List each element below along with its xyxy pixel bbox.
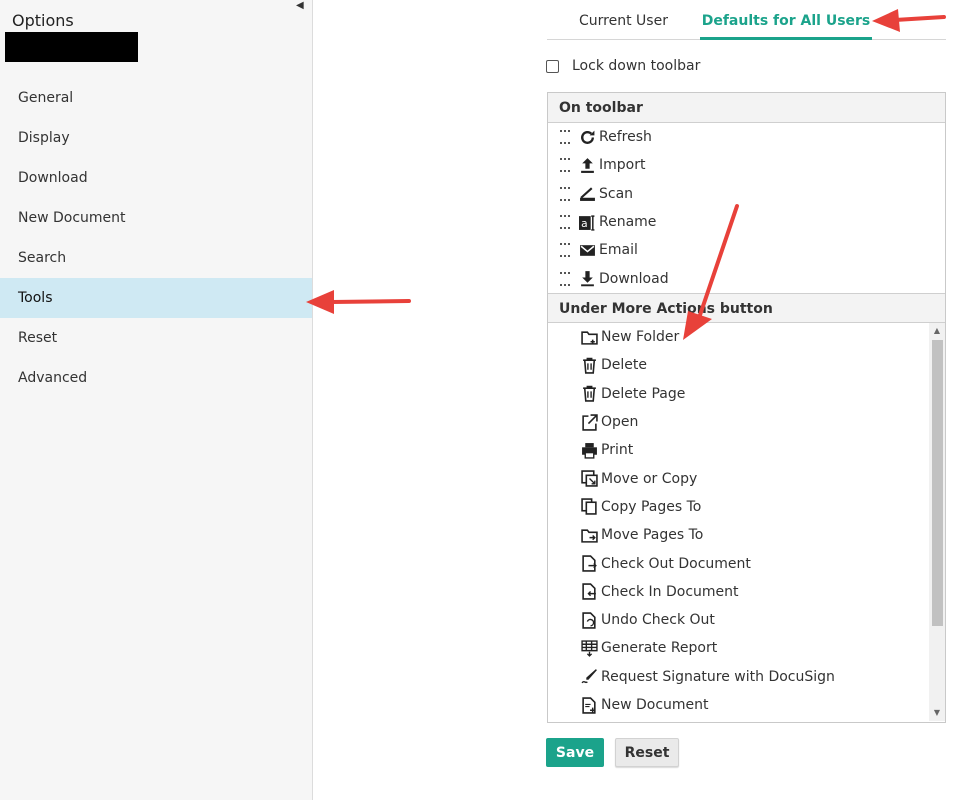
delete-page-icon (580, 385, 598, 403)
list-item-label: Download (599, 270, 669, 287)
sidebar-item-search[interactable]: Search (0, 238, 312, 278)
tab-defaults-all-users[interactable]: Defaults for All Users (700, 0, 872, 40)
sidebar-item-advanced[interactable]: Advanced (0, 358, 312, 398)
refresh-icon (578, 128, 596, 146)
signature-icon (580, 668, 598, 686)
options-window: Options ◀ General Display Download New D… (0, 0, 974, 800)
list-item-label: Check Out Document (601, 555, 751, 572)
more-actions-heading: Under More Actions button (548, 293, 945, 323)
list-item-label: Email (599, 242, 638, 259)
lock-toolbar-checkbox[interactable] (546, 59, 559, 73)
svg-text:a: a (581, 216, 588, 229)
list-item[interactable]: Generate Report (548, 634, 945, 662)
email-icon (578, 241, 596, 259)
sidebar-item-reset[interactable]: Reset (0, 318, 312, 358)
list-item-label: New Document (601, 697, 709, 713)
list-item-label: Copy Pages To (601, 498, 702, 515)
list-item[interactable]: Check Out Document (548, 549, 945, 577)
sidebar-item-download[interactable]: Download (0, 158, 312, 198)
download-icon (578, 270, 596, 288)
scroll-up-icon[interactable]: ▲ (929, 323, 945, 339)
list-item-label: Import (599, 157, 646, 174)
lock-toolbar-label: Lock down toolbar (572, 58, 701, 74)
list-item-label: Delete Page (601, 385, 686, 402)
sidebar-item-new-document[interactable]: New Document (0, 198, 312, 238)
list-item-label: Generate Report (601, 640, 718, 657)
list-item[interactable]: Move or Copy (548, 464, 945, 492)
list-item[interactable]: Email (548, 236, 945, 264)
sidebar-item-display[interactable]: Display (0, 118, 312, 158)
list-item[interactable]: Open (548, 408, 945, 436)
list-item-label: Scan (599, 185, 634, 202)
list-item[interactable]: Request Signature with DocuSign (548, 663, 945, 691)
sidebar-title: Options (12, 11, 74, 30)
check-out-icon (580, 555, 598, 573)
redacted-block (5, 32, 138, 62)
sidebar-item-general[interactable]: General (0, 78, 312, 118)
list-item-label: Open (601, 414, 639, 431)
list-item[interactable]: Delete (548, 351, 945, 379)
list-item-label: Delete (601, 357, 647, 374)
list-item-label: Move Pages To (601, 527, 704, 544)
check-in-icon (580, 583, 598, 601)
undo-check-out-icon (580, 611, 598, 629)
list-item-label: Request Signature with DocuSign (601, 668, 835, 685)
collapse-sidebar-icon[interactable]: ◀ (296, 0, 304, 12)
tab-bar: Current User Defaults for All Users (547, 0, 946, 40)
toolbar-config-panel: On toolbar Refresh Import Scan a Rename (547, 92, 946, 723)
on-toolbar-heading: On toolbar (548, 93, 945, 123)
arrow-to-tools-item (306, 290, 411, 314)
list-item-label: Check In Document (601, 583, 739, 600)
list-item[interactable]: Copy Pages To (548, 493, 945, 521)
move-copy-icon (580, 470, 598, 488)
rename-icon: a (578, 213, 596, 231)
sidebar-item-tools[interactable]: Tools (0, 278, 312, 318)
list-item[interactable]: New Folder (548, 323, 945, 351)
list-item[interactable]: Download (548, 264, 945, 292)
scroll-down-icon[interactable]: ▼ (929, 705, 945, 721)
on-toolbar-list: Refresh Import Scan a Rename Email Downl… (548, 123, 945, 293)
list-item-label: Move or Copy (601, 470, 698, 487)
list-item[interactable]: a Rename (548, 208, 945, 236)
save-button[interactable]: Save (546, 738, 604, 767)
reset-button[interactable]: Reset (615, 738, 679, 767)
delete-icon (580, 356, 598, 374)
list-item[interactable]: Scan (548, 180, 945, 208)
lock-toolbar-row: Lock down toolbar (546, 56, 700, 76)
tab-current-user[interactable]: Current User (565, 0, 682, 40)
drag-handle-icon[interactable] (560, 271, 570, 286)
open-icon (580, 413, 598, 431)
import-icon (578, 156, 596, 174)
new-folder-icon (580, 328, 598, 346)
sidebar: Options ◀ General Display Download New D… (0, 0, 313, 800)
report-icon (580, 639, 598, 657)
sidebar-nav: General Display Download New Document Se… (0, 78, 312, 398)
list-item[interactable]: Refresh (548, 123, 945, 151)
more-actions-list: New Folder Delete Delete Page Open Print… (548, 323, 945, 721)
list-item[interactable]: New Document (548, 691, 945, 719)
list-item[interactable]: Move Pages To (548, 521, 945, 549)
drag-handle-icon[interactable] (560, 243, 570, 258)
list-item[interactable]: Undo Check Out (548, 606, 945, 634)
list-item[interactable]: Import (548, 151, 945, 179)
scrollbar-thumb[interactable] (932, 340, 943, 626)
move-pages-icon (580, 526, 598, 544)
list-item-label: Rename (599, 214, 657, 231)
list-item[interactable]: Check In Document (548, 578, 945, 606)
list-item-label: Undo Check Out (601, 612, 715, 629)
drag-handle-icon[interactable] (560, 130, 570, 145)
list-item-label: New Folder (601, 329, 680, 346)
drag-handle-icon[interactable] (560, 215, 570, 230)
drag-handle-icon[interactable] (560, 158, 570, 173)
list-item-label: Print (601, 442, 634, 459)
list-item[interactable]: Print (548, 436, 945, 464)
scrollbar[interactable]: ▲ ▼ (929, 323, 945, 721)
copy-pages-icon (580, 498, 598, 516)
scan-icon (578, 185, 596, 203)
new-document-icon (580, 696, 598, 714)
print-icon (580, 441, 598, 459)
drag-handle-icon[interactable] (560, 186, 570, 201)
list-item[interactable]: Delete Page (548, 380, 945, 408)
list-item-label: Refresh (599, 129, 652, 146)
